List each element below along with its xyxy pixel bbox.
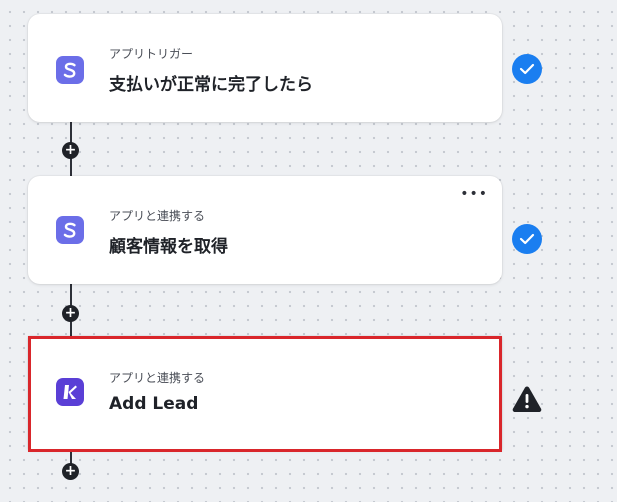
workflow-canvas: + + + アプリトリガー 支払いが正常に完了したら アプリと連携する 顧客情報… bbox=[0, 0, 617, 502]
stripe-s-glyph bbox=[63, 222, 76, 238]
add-step-button-3[interactable]: + bbox=[62, 463, 79, 480]
step-card-add-lead[interactable]: アプリと連携する Add Lead bbox=[28, 336, 502, 450]
step-title: Add Lead bbox=[109, 394, 199, 414]
check-circle-icon bbox=[512, 54, 542, 84]
step-card-trigger[interactable]: アプリトリガー 支払いが正常に完了したら bbox=[28, 14, 502, 122]
warning-triangle-icon bbox=[511, 384, 543, 414]
step-title: 顧客情報を取得 bbox=[109, 237, 228, 257]
step-subtitle: アプリと連携する bbox=[109, 371, 206, 385]
step-subtitle: アプリと連携する bbox=[109, 209, 206, 223]
step-card-get-customer[interactable]: アプリと連携する 顧客情報を取得 ••• bbox=[28, 176, 502, 284]
stripe-s-icon bbox=[56, 56, 84, 84]
kommo-k-glyph bbox=[63, 385, 77, 399]
check-circle-icon bbox=[512, 224, 542, 254]
add-step-button-1[interactable]: + bbox=[62, 142, 79, 159]
step-title: 支払いが正常に完了したら bbox=[109, 75, 313, 95]
stripe-s-glyph bbox=[63, 62, 76, 78]
add-step-button-2[interactable]: + bbox=[62, 305, 79, 322]
step-subtitle: アプリトリガー bbox=[109, 47, 194, 61]
stripe-s-icon bbox=[56, 216, 84, 244]
kommo-k-icon bbox=[56, 378, 84, 406]
more-options-button[interactable]: ••• bbox=[460, 187, 488, 201]
